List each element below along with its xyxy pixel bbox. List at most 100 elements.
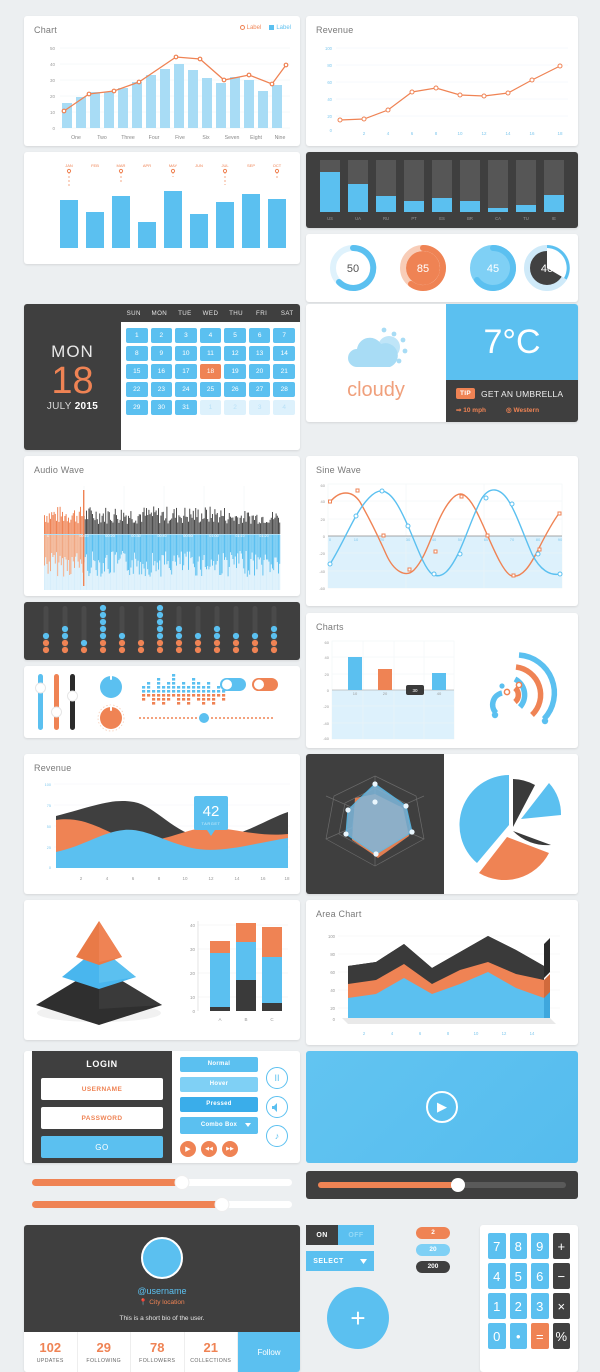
play-button[interactable]: ▶ (180, 1141, 196, 1157)
combo-box[interactable]: Combo Box (180, 1117, 258, 1134)
follow-button[interactable]: Follow (238, 1332, 300, 1372)
svg-text:10: 10 (474, 1031, 479, 1036)
select-dropdown[interactable]: SELECT (306, 1251, 374, 1271)
video-progress-bar[interactable] (306, 1171, 578, 1199)
calc-key-6[interactable]: 6 (531, 1263, 549, 1289)
calc-key-×[interactable]: × (552, 1293, 570, 1319)
calendar-day-cell[interactable]: 11 (199, 346, 222, 361)
sine-wave-plot: 604020 0-20-40 -60 0 10 20 30 40 50 60 7… (319, 483, 563, 591)
svg-text:8: 8 (435, 131, 438, 136)
svg-text:40: 40 (50, 62, 56, 67)
calendar-day-cell[interactable]: 3 (248, 400, 271, 415)
calendar-day-cell[interactable]: 3 (175, 328, 197, 343)
calc-key-0[interactable]: 0 (488, 1323, 506, 1349)
fab-button[interactable]: + (327, 1287, 389, 1349)
calendar-day-cell[interactable]: 16 (150, 364, 173, 379)
calc-key-3[interactable]: 3 (531, 1293, 549, 1319)
calendar-day-cell[interactable]: 31 (175, 400, 197, 415)
calendar-day-cell[interactable]: 27 (248, 382, 271, 397)
username-field[interactable]: USERNAME (41, 1078, 163, 1100)
svg-text:00:50: 00:50 (183, 534, 193, 538)
password-placeholder: PASSWORD (81, 1114, 123, 1122)
calendar-day-cell[interactable]: 2 (224, 400, 246, 415)
rewind-button[interactable]: ◀◀ (201, 1141, 217, 1157)
password-field[interactable]: PASSWORD (41, 1107, 163, 1129)
area-chart-column: Area Chart 100 80 60 40 20 0 2 4 6 8 10 … (306, 900, 578, 1045)
calc-key-%[interactable]: % (552, 1323, 570, 1349)
calendar-day-cell[interactable]: 26 (224, 382, 246, 397)
calendar-day-cell[interactable]: 28 (273, 382, 295, 397)
calendar-day-cell[interactable]: 10 (175, 346, 197, 361)
calendar-day-cell[interactable]: 2 (150, 328, 173, 343)
calendar-day-cell[interactable]: 4 (273, 400, 295, 415)
calendar-day-cell[interactable]: 17 (175, 364, 197, 379)
pause-button[interactable]: II (266, 1067, 288, 1089)
calendar-day-cell[interactable]: 23 (150, 382, 173, 397)
calendar-day-cell[interactable]: 1 (199, 400, 222, 415)
calendar-day-cell[interactable]: 14 (273, 346, 295, 361)
svg-text:60: 60 (321, 483, 326, 488)
button-normal[interactable]: Normal (180, 1057, 258, 1072)
knob-orange (97, 704, 125, 732)
svg-text:-40: -40 (319, 569, 326, 574)
calendar-day-cell[interactable]: 9 (150, 346, 173, 361)
calc-key-9[interactable]: 9 (531, 1233, 549, 1259)
calendar-day-cell[interactable]: 25 (199, 382, 222, 397)
calendar-day-cell[interactable]: 4 (199, 328, 222, 343)
controls-plot[interactable] (24, 666, 300, 738)
range-sliders-plot[interactable] (24, 1171, 300, 1217)
music-button[interactable]: ♪ (266, 1125, 288, 1147)
avatar[interactable] (141, 1237, 183, 1279)
video-player[interactable]: ▶ (306, 1051, 578, 1163)
calendar-day-cell[interactable]: 7 (273, 328, 295, 343)
calendar-day-cell[interactable]: 19 (224, 364, 246, 379)
calendar-day-cell[interactable]: 5 (224, 328, 246, 343)
calc-key-•[interactable]: • (509, 1323, 527, 1349)
sine-wave-title: Sine Wave (316, 465, 361, 475)
button-hover[interactable]: Hover (180, 1077, 258, 1092)
calendar-day-cell[interactable]: 29 (126, 400, 148, 415)
gauge-40: 40 (524, 245, 570, 291)
calendar-day-cell[interactable]: 15 (126, 364, 148, 379)
calc-key-7[interactable]: 7 (488, 1233, 506, 1259)
calendar-day-cell[interactable]: 22 (126, 382, 148, 397)
calc-key-8[interactable]: 8 (509, 1233, 527, 1259)
calc-key-+[interactable]: + (552, 1233, 570, 1259)
video-play-button[interactable]: ▶ (426, 1091, 458, 1123)
calc-key-1[interactable]: 1 (488, 1293, 506, 1319)
login-submit-button[interactable]: GO (41, 1136, 163, 1158)
calendar-day-cell[interactable]: 6 (248, 328, 271, 343)
login-form[interactable]: LOGIN USERNAME PASSWORD GO (32, 1051, 172, 1163)
calc-key-−[interactable]: − (552, 1263, 570, 1289)
revenue-area-column: Revenue 42 TARGET 100 75 50 25 0 2 4 6 8… (24, 754, 300, 894)
calendar-day-cell[interactable]: 13 (248, 346, 271, 361)
video-progress-plot[interactable] (318, 1178, 566, 1192)
calc-key-2[interactable]: 2 (509, 1293, 527, 1319)
svg-text:C: C (270, 1017, 274, 1022)
volume-button[interactable] (266, 1096, 288, 1118)
calendar-day-cell[interactable]: 21 (273, 364, 295, 379)
stat-updates[interactable]: 102 UPDATES (24, 1332, 78, 1372)
calendar-day-cell[interactable]: 12 (224, 346, 246, 361)
calendar-day-cell[interactable]: 1 (126, 328, 148, 343)
calendar-day-cell[interactable]: 18 (199, 364, 222, 379)
button-pressed[interactable]: Pressed (180, 1097, 258, 1112)
calendar-day-cell[interactable]: 30 (150, 400, 173, 415)
calendar-day-cell[interactable]: 20 (248, 364, 271, 379)
calc-key-4[interactable]: 4 (488, 1263, 506, 1289)
svg-text:20: 20 (327, 114, 332, 119)
calc-key-5[interactable]: 5 (509, 1263, 527, 1289)
calc-key-=[interactable]: = (531, 1323, 549, 1349)
calculator-keypad[interactable]: 7 8 9 +4 5 6− 1 2 3 × 0 • =% (480, 1225, 578, 1357)
toggle-on[interactable]: ON (306, 1225, 338, 1245)
on-off-toggle[interactable]: ON OFF (306, 1225, 410, 1245)
svg-text:12: 12 (481, 131, 487, 136)
stat-collections[interactable]: 21 COLLECTIONS (185, 1332, 238, 1372)
calendar-day-cell[interactable]: 8 (126, 346, 148, 361)
stat-followers[interactable]: 78 FOLLOWERS (131, 1332, 185, 1372)
calendar-day-cell[interactable]: 24 (175, 382, 197, 397)
calendar-days-grid[interactable]: 1 2 3 4 5 6 7 8 9 10 11 12 13 14 15 16 17 18 19 20 21 22 23 24 2… (121, 322, 300, 421)
stat-following[interactable]: 29 FOLLOWING (78, 1332, 131, 1372)
forward-button[interactable]: ▶▶ (222, 1141, 238, 1157)
toggle-off[interactable]: OFF (338, 1225, 374, 1245)
